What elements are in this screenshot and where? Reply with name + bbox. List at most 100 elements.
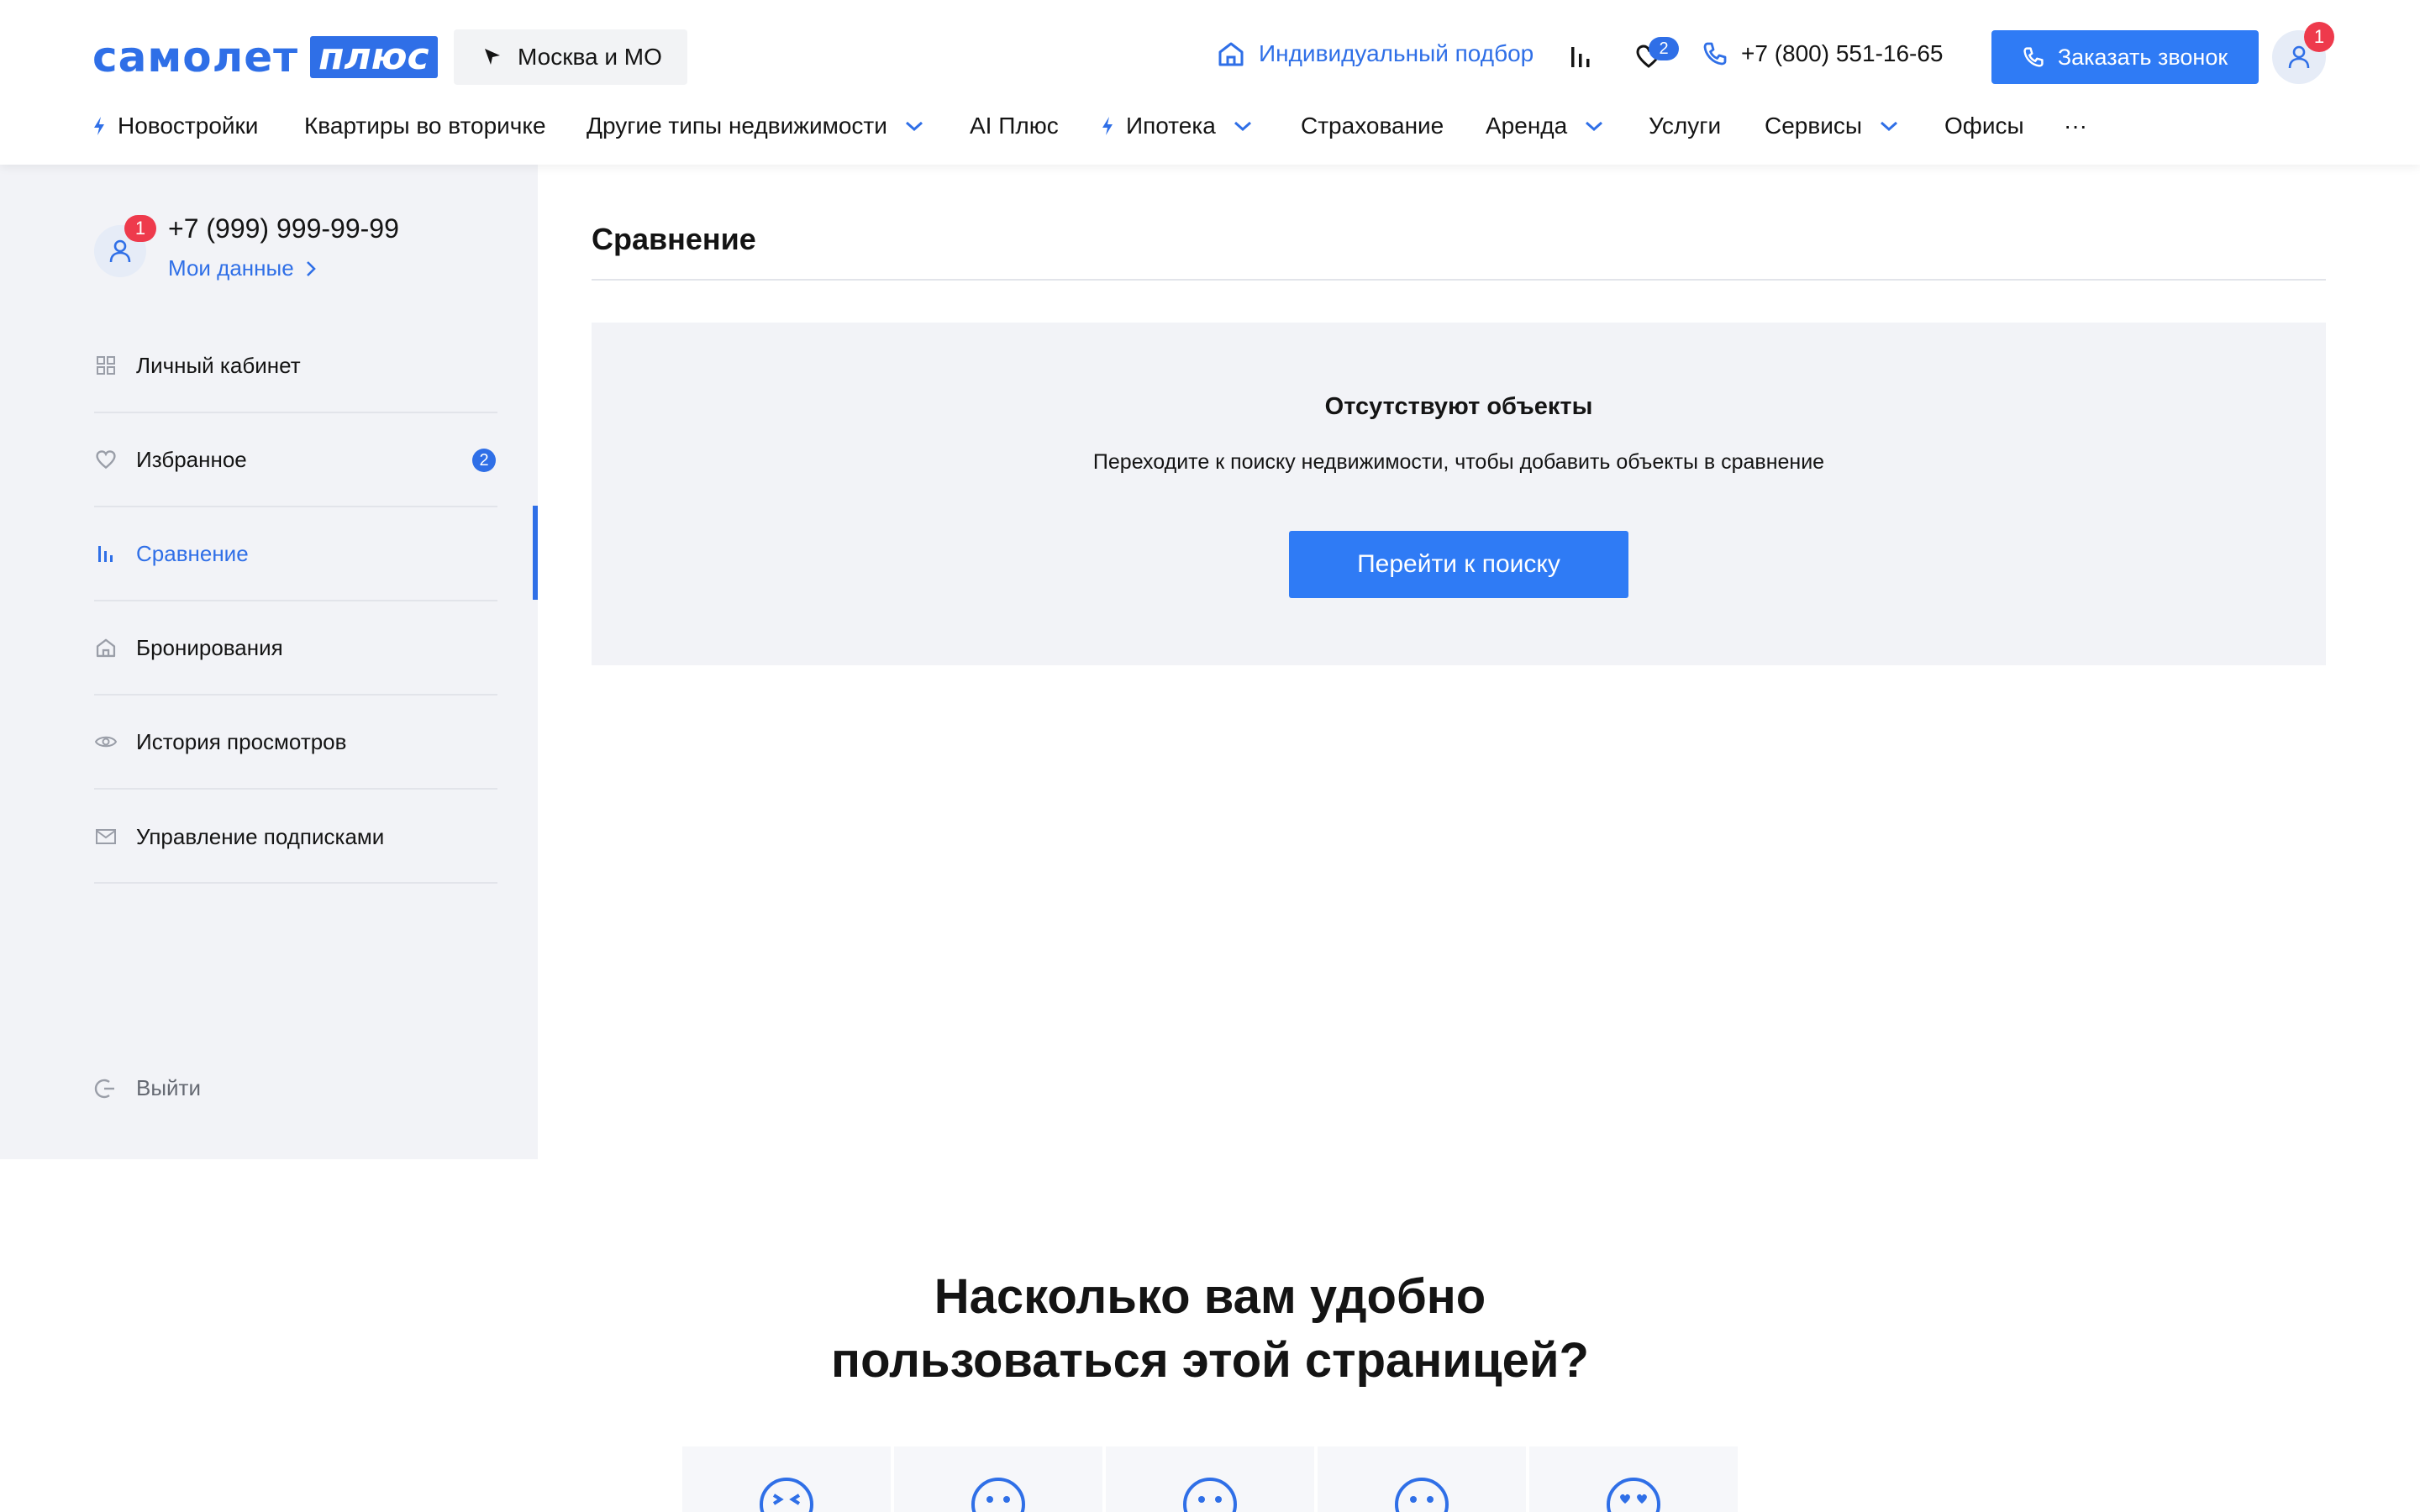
nav-label: Новостройки	[118, 113, 259, 139]
nav-label: Квартиры во вторичке	[304, 113, 546, 139]
logo[interactable]: самолет плюс	[92, 34, 438, 81]
nav-services[interactable]: Услуги	[1649, 109, 1721, 143]
grid-icon	[94, 355, 118, 375]
sidebar-item-favorites[interactable]: Избранное 2	[94, 413, 497, 507]
user-icon	[109, 239, 131, 263]
rating-option-1[interactable]	[682, 1446, 891, 1512]
individual-selection-link[interactable]: Индивидуальный подбор	[1217, 40, 1534, 67]
house-icon	[94, 637, 118, 659]
individual-selection-label: Индивидуальный подбор	[1259, 40, 1534, 66]
rating-option-2[interactable]	[894, 1446, 1102, 1512]
nav-mortgage[interactable]: Ипотека	[1101, 109, 1253, 143]
divider	[592, 279, 2326, 281]
feedback-title-line: Насколько вам удобно	[934, 1269, 1486, 1324]
site-header: самолет плюс Москва и МО Индивидуальный …	[0, 0, 2420, 165]
sidebar-item-dashboard[interactable]: Личный кабинет	[94, 319, 497, 413]
sidebar-item-label: Сравнение	[136, 540, 249, 566]
rating-option-4[interactable]	[1318, 1446, 1526, 1512]
logo-word: самолет	[92, 33, 299, 81]
lightning-icon	[1102, 117, 1113, 135]
compare-icon[interactable]	[1570, 44, 1593, 73]
empty-state-card: Отсутствуют объекты Переходите к поиску …	[592, 323, 2326, 665]
eye-icon	[94, 734, 118, 749]
heart-icon	[94, 449, 118, 470]
empty-state-text: Переходите к поиску недвижимости, чтобы …	[1092, 450, 1825, 474]
sad-icon	[971, 1478, 1025, 1512]
sidebar-item-history[interactable]: История просмотров	[94, 696, 497, 790]
nav-offices[interactable]: Офисы	[1944, 109, 2024, 143]
chevron-down-icon	[1586, 121, 1603, 132]
nav-other-property[interactable]: Другие типы недвижимости	[587, 109, 924, 143]
logout-button[interactable]: Выйти	[94, 1075, 201, 1101]
nav-label: Офисы	[1944, 113, 2024, 139]
chevron-down-icon	[905, 121, 923, 132]
chevron-right-icon	[306, 260, 316, 276]
chevron-down-icon	[1881, 121, 1898, 132]
sidebar-item-label: Личный кабинет	[136, 352, 301, 378]
nav-ai-plus[interactable]: AI Плюс	[970, 109, 1059, 143]
nav-label: Аренда	[1486, 113, 1568, 139]
nav-more-button[interactable]: ···	[2064, 109, 2087, 143]
slightly-happy-icon	[1395, 1478, 1449, 1512]
mail-icon	[94, 828, 118, 845]
order-call-label: Заказать звонок	[2057, 44, 2228, 70]
lightning-icon	[94, 117, 104, 135]
favorites-button[interactable]: 2	[1635, 37, 1686, 76]
nav-label: Услуги	[1649, 113, 1722, 139]
love-icon	[1607, 1478, 1660, 1512]
my-data-link[interactable]: Мои данные	[168, 255, 318, 281]
my-data-label: Мои данные	[168, 255, 294, 281]
bars-icon	[94, 543, 118, 564]
phone-icon	[2023, 47, 2044, 67]
empty-state-title: Отсутствуют объекты	[1324, 393, 1593, 420]
header-phone[interactable]: +7 (800) 551-16-65	[1702, 40, 1944, 67]
user-avatar[interactable]: 1	[94, 215, 156, 277]
sidebar-item-label: История просмотров	[136, 728, 347, 754]
more-label: ···	[2064, 113, 2087, 139]
nav-label: Сервисы	[1765, 113, 1863, 139]
phone-icon	[1703, 42, 1727, 66]
rating-option-5[interactable]	[1529, 1446, 1738, 1512]
nav-insurance[interactable]: Страхование	[1301, 109, 1444, 143]
nav-label: Страхование	[1301, 113, 1444, 139]
rating-option-3[interactable]	[1106, 1446, 1314, 1512]
profile-notification-badge: 1	[2304, 22, 2334, 52]
sidebar-item-bookings[interactable]: Бронирования	[94, 601, 497, 696]
page-title: Сравнение	[592, 222, 756, 256]
sidebar-item-subscriptions[interactable]: Управление подписками	[94, 790, 497, 884]
account-sidebar: 1 +7 (999) 999-99-99 Мои данные Личный к…	[0, 165, 538, 1159]
location-arrow-icon	[485, 49, 500, 65]
divider	[94, 882, 497, 884]
go-to-search-button[interactable]: Перейти к поиску	[1289, 531, 1628, 598]
sidebar-item-label: Избранное	[136, 446, 247, 472]
chevron-down-icon	[1234, 121, 1251, 132]
sidebar-item-compare[interactable]: Сравнение	[94, 507, 497, 601]
nav-tools[interactable]: Сервисы	[1765, 109, 1899, 143]
favorites-count-badge: 2	[472, 449, 496, 472]
logo-plus: плюс	[310, 36, 438, 78]
favorites-count-badge: 2	[1649, 37, 1679, 60]
sidebar-item-label: Бронирования	[136, 634, 283, 660]
house-icon	[1218, 42, 1244, 66]
feedback-rating-row	[682, 1446, 1741, 1512]
header-phone-number: +7 (800) 551-16-65	[1741, 40, 1944, 66]
logout-icon	[94, 1079, 114, 1098]
city-label: Москва и МО	[518, 44, 662, 70]
nav-rent[interactable]: Аренда	[1486, 109, 1604, 143]
very-dissatisfied-icon	[760, 1478, 813, 1512]
user-icon	[2288, 45, 2310, 69]
order-call-button[interactable]: Заказать звонок	[1991, 30, 2259, 84]
profile-button[interactable]: 1	[2272, 22, 2334, 84]
nav-new-buildings[interactable]: Новостройки	[92, 109, 258, 143]
user-notification-badge: 1	[124, 215, 156, 242]
city-selector-button[interactable]: Москва и МО	[454, 29, 687, 85]
nav-secondary-apartments[interactable]: Квартиры во вторичке	[304, 109, 546, 143]
user-phone: +7 (999) 999-99-99	[168, 213, 399, 244]
neutral-icon	[1183, 1478, 1237, 1512]
nav-label: Другие типы недвижимости	[587, 113, 887, 139]
active-indicator	[533, 506, 538, 600]
feedback-title-line: пользоваться этой страницей?	[831, 1333, 1589, 1388]
logout-label: Выйти	[136, 1075, 201, 1100]
sidebar-item-label: Управление подписками	[136, 823, 385, 849]
nav-label: Ипотека	[1126, 113, 1216, 139]
